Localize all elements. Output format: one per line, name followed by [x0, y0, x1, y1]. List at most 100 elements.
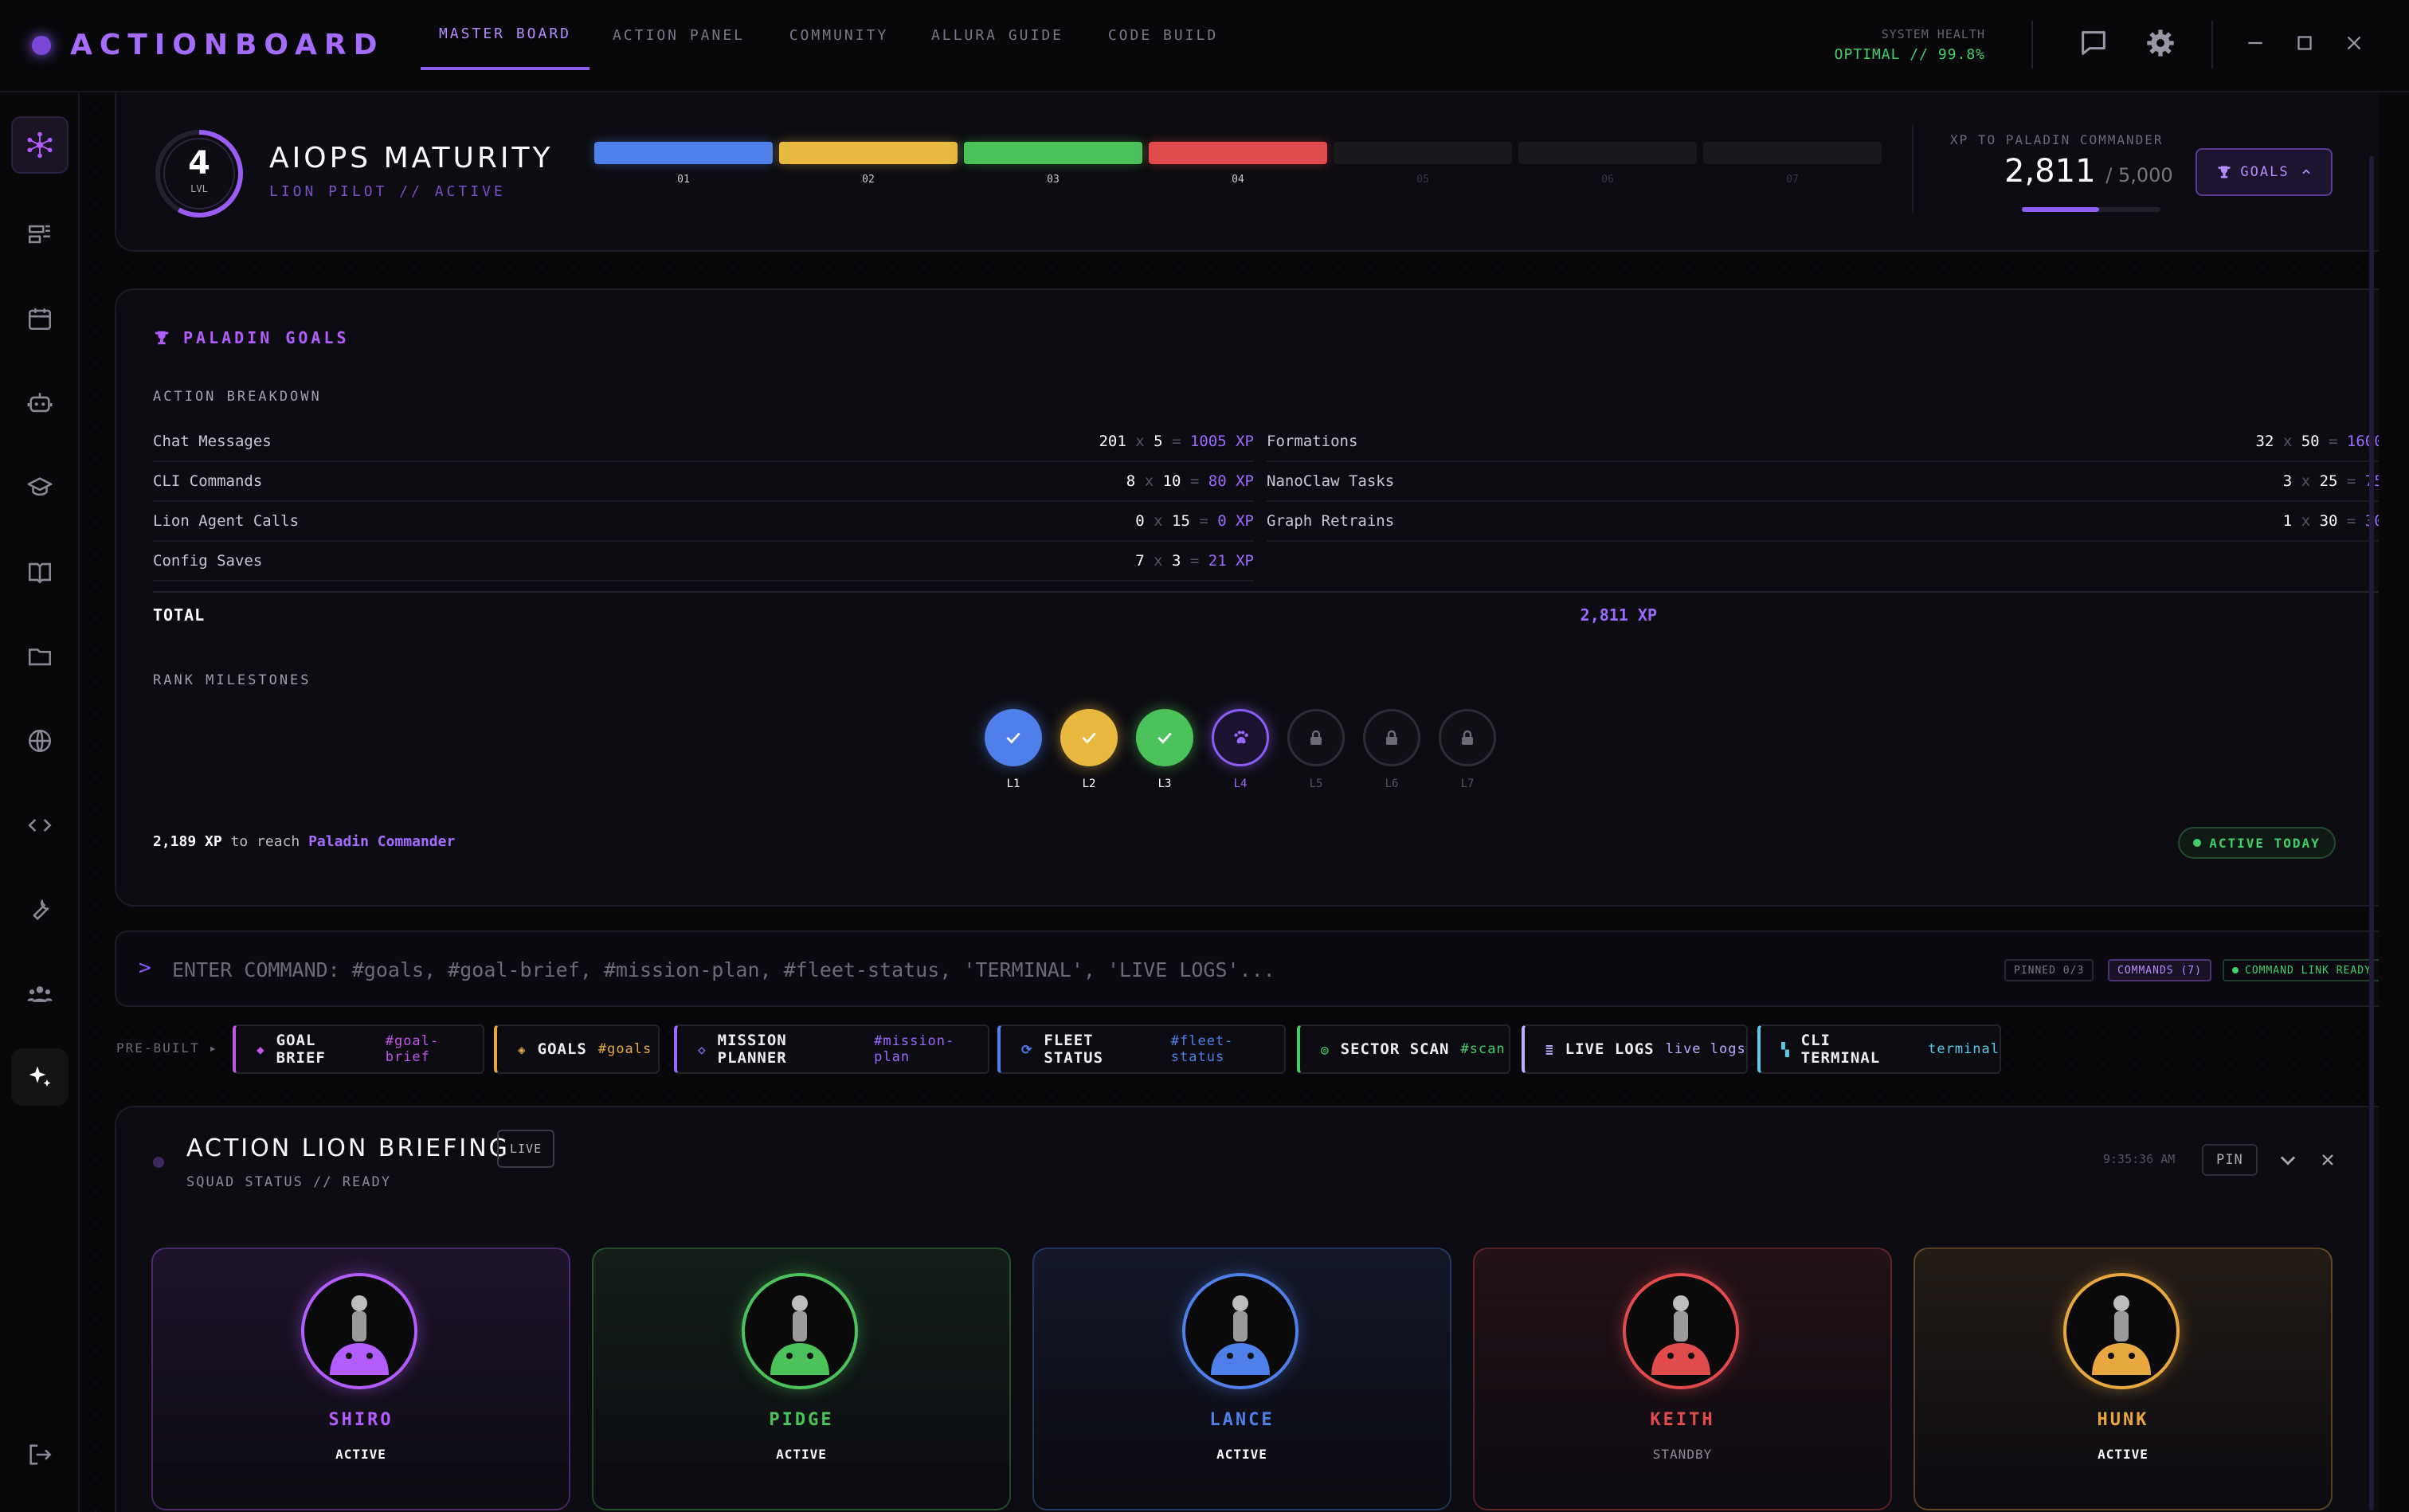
- system-health-label: SYSTEM HEALTH: [1881, 27, 1985, 41]
- prebuilt-mission-planner[interactable]: ◇ MISSION PLANNER #mission-plan: [674, 1024, 989, 1074]
- lock-icon: [1310, 730, 1322, 745]
- rail-item-code[interactable]: [11, 797, 69, 854]
- close-icon[interactable]: [2318, 1150, 2337, 1169]
- rail-item-learn[interactable]: [11, 459, 69, 516]
- status-dot: [2193, 839, 2202, 847]
- lion-card-keith[interactable]: KEITH STANDBY: [1473, 1248, 1892, 1510]
- trophy-icon: [155, 331, 169, 345]
- rail-item-calendar[interactable]: [11, 290, 69, 347]
- rail-item-logout[interactable]: [11, 1426, 69, 1483]
- gear-icon[interactable]: [2145, 27, 2176, 59]
- tab-action-panel[interactable]: ACTION PANEL: [605, 0, 752, 70]
- xp-progress-fill: [2022, 207, 2100, 212]
- prebuilt-icon: ◎: [1321, 1041, 1330, 1057]
- tab-community[interactable]: COMMUNITY: [778, 0, 900, 70]
- xp-current: 2,811: [2004, 153, 2096, 190]
- lion-avatar: [1623, 1273, 1739, 1389]
- remaining-xp-connector: to reach: [230, 833, 300, 850]
- rail-item-guide[interactable]: [11, 543, 69, 601]
- lock-icon: [1386, 730, 1397, 745]
- lion-card-lance[interactable]: LANCE ACTIVE: [1032, 1248, 1451, 1510]
- times-sign: x: [1144, 512, 1173, 530]
- prebuilt-label: SECTOR SCAN: [1340, 1040, 1450, 1058]
- lion-status: ACTIVE: [776, 1447, 827, 1462]
- chat-icon[interactable]: [2078, 27, 2109, 59]
- prebuilt-hash: #goal-brief: [385, 1033, 440, 1065]
- app-logo[interactable]: ACTIONBOARD: [32, 29, 385, 61]
- lion-name: PIDGE: [769, 1410, 834, 1430]
- pilot-figure-icon: [1651, 1295, 1710, 1375]
- prebuilt-cli-terminal[interactable]: ▚ CLI TERMINAL terminal: [1757, 1024, 2001, 1074]
- commands-button[interactable]: COMMANDS (7): [2108, 959, 2211, 981]
- check-icon: [1082, 732, 1096, 744]
- prebuilt-hash: #fleet-status: [1170, 1033, 1234, 1065]
- breakdown-xp: 21 XP: [1208, 552, 1254, 570]
- breakdown-count: 201: [1099, 433, 1126, 450]
- command-link-label: COMMAND LINK READY: [2245, 964, 2372, 977]
- prebuilt-hash: live logs: [1665, 1041, 1746, 1057]
- divider: [153, 591, 2379, 593]
- lion-card-pidge[interactable]: PIDGE ACTIVE: [592, 1248, 1011, 1510]
- minimize-icon[interactable]: [2243, 27, 2267, 59]
- lion-card-hunk[interactable]: HUNK ACTIVE: [1913, 1248, 2333, 1510]
- breakdown-label: Chat Messages: [153, 433, 272, 450]
- maturity-segment: [594, 142, 773, 164]
- breakdown-row: NanoClaw Tasks 3 x 25 = 75 XP: [1267, 462, 2379, 502]
- prebuilt-label: GOAL BRIEF: [276, 1032, 326, 1067]
- breakdown-value: 32 x 50 = 1600 XP: [2255, 433, 2379, 450]
- prebuilt-sector-scan[interactable]: ◎ SECTOR SCAN #scan: [1297, 1024, 1510, 1074]
- total-label: TOTAL: [153, 605, 206, 625]
- rail-item-bot[interactable]: [11, 374, 69, 432]
- equals-sign: =: [2319, 433, 2347, 450]
- rail-item-web[interactable]: [11, 712, 69, 770]
- times-sign: x: [1126, 433, 1154, 450]
- maturity-segment: [1149, 142, 1327, 164]
- breakdown-count: 0: [1135, 512, 1145, 530]
- lion-status: ACTIVE: [335, 1447, 386, 1462]
- breakdown-row: Graph Retrains 1 x 30 = 30 XP: [1267, 502, 2379, 542]
- maximize-icon[interactable]: [2293, 27, 2317, 59]
- pin-button[interactable]: PIN: [2202, 1144, 2258, 1176]
- breakdown-row: Lion Agent Calls 0 x 15 = 0 XP: [153, 502, 1254, 542]
- divider: [2211, 21, 2213, 69]
- equals-sign: =: [2337, 472, 2365, 490]
- prebuilt-goals[interactable]: ◈ GOALS #goals: [494, 1024, 660, 1074]
- tab-master-board[interactable]: MASTER BOARD: [421, 0, 590, 70]
- lion-avatar: [2063, 1273, 2180, 1389]
- equals-sign: =: [1181, 472, 1208, 490]
- rail-item-network[interactable]: [11, 116, 69, 174]
- tab-code-build[interactable]: CODE BUILD: [1095, 0, 1232, 70]
- graduation-cap-icon: [27, 477, 53, 496]
- chevron-down-icon[interactable]: [2277, 1149, 2299, 1171]
- scrollbar[interactable]: [2369, 156, 2374, 1510]
- logo-text: ACTIONBOARD: [70, 29, 385, 61]
- level-label: LVL: [190, 183, 208, 194]
- rail-item-team[interactable]: [11, 966, 69, 1023]
- rail-item-files[interactable]: [11, 628, 69, 685]
- maturity-subtitle: LION PILOT // ACTIVE: [269, 183, 506, 200]
- breakdown-label: Formations: [1267, 433, 1358, 450]
- command-input[interactable]: [172, 951, 1287, 988]
- prebuilt-fleet-status[interactable]: ⟳ FLEET STATUS #fleet-status: [997, 1024, 1286, 1074]
- breakdown-label: CLI Commands: [153, 472, 263, 490]
- maturity-segment-label: 05: [1416, 174, 1429, 186]
- rail-item-ai[interactable]: [11, 1048, 69, 1106]
- breakdown-row: Config Saves 7 x 3 = 21 XP: [153, 542, 1254, 582]
- goals-button[interactable]: GOALS: [2196, 148, 2333, 196]
- prebuilt-live-logs[interactable]: ≣ LIVE LOGS live logs: [1522, 1024, 1748, 1074]
- rail-item-dashboard[interactable]: [11, 206, 69, 263]
- lion-card-shiro[interactable]: SHIRO ACTIVE: [151, 1248, 570, 1510]
- breakdown-multiplier: 10: [1162, 472, 1181, 490]
- divider: [1912, 124, 1913, 213]
- tab-allura-guide[interactable]: ALLURA GUIDE: [926, 0, 1069, 70]
- maturity-segment-label: 06: [1601, 174, 1614, 186]
- prebuilt-label: GOALS: [537, 1040, 587, 1058]
- breakdown-value: 0 x 15 = 0 XP: [1135, 512, 1254, 530]
- times-sign: x: [2292, 512, 2320, 530]
- prebuilt-goal-brief[interactable]: ◆ GOAL BRIEF #goal-brief: [233, 1024, 484, 1074]
- close-icon[interactable]: [2342, 27, 2366, 59]
- breakdown-count: 32: [2255, 433, 2274, 450]
- maturity-segment: [779, 142, 958, 164]
- prebuilt-label: MISSION PLANNER: [717, 1032, 787, 1067]
- rail-item-tools[interactable]: [11, 881, 69, 938]
